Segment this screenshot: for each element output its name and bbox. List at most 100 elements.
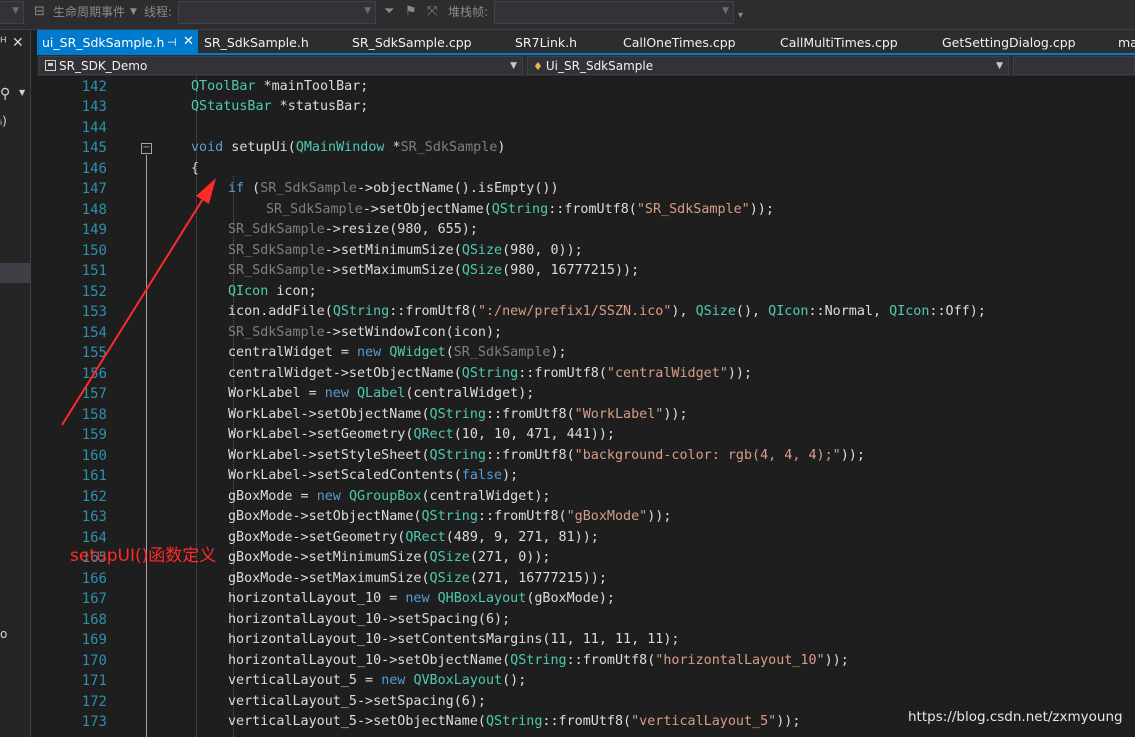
line-number: 147 [81, 181, 107, 197]
chevron-down-icon: ▼ [996, 61, 1003, 71]
code-line[interactable]: SR_SdkSample->setObjectName(QString::fro… [266, 200, 774, 221]
process-dropdown[interactable]: ▼ [0, 1, 24, 24]
tab-getsettingdialog-cpp[interactable]: GetSettingDialog.cpp [942, 30, 1076, 54]
member-dropdown[interactable] [1013, 56, 1135, 75]
document-tabs: ui_SR_SdkSample.h ⊣ ✕ SR_SdkSample.h SR_… [37, 30, 1135, 54]
line-number: 170 [81, 652, 107, 669]
line-number: 153 [81, 304, 107, 320]
tab-label: SR7Link.h [515, 35, 578, 50]
code-line[interactable]: SR_SdkSample->setMinimumSize(QSize(980, … [228, 241, 583, 262]
code-line[interactable]: gBoxMode->setMinimumSize(QSize(271, 0)); [228, 548, 550, 569]
tab-label: CallMultiTimes.cpp [780, 35, 898, 50]
code-line[interactable]: horizontalLayout_10->setContentsMargins(… [228, 630, 679, 651]
line-number: 145 [81, 140, 107, 156]
pin-icon[interactable]: ᴴ [0, 35, 7, 51]
line-number: 166 [81, 570, 107, 587]
tab-sr-sdksample-h[interactable]: SR_SdkSample.h [204, 30, 309, 54]
code-line[interactable]: WorkLabel->setStyleSheet(QString::fromUt… [228, 446, 865, 467]
line-number: 160 [81, 447, 107, 464]
pin-icon[interactable]: ⊣ [167, 30, 177, 55]
project-icon [45, 60, 56, 71]
code-line[interactable]: SR_SdkSample->resize(980, 655); [228, 220, 478, 241]
code-line[interactable]: SR_SdkSample->setWindowIcon(icon); [228, 323, 502, 344]
code-line[interactable]: horizontalLayout_10->setObjectName(QStri… [228, 651, 849, 672]
code-line[interactable]: QIcon icon; [228, 282, 317, 303]
code-line[interactable]: horizontalLayout_10->setSpacing(6); [228, 610, 510, 631]
code-line[interactable]: verticalLayout_5 = new QVBoxLayout(); [228, 671, 526, 692]
code-line[interactable]: gBoxMode->setGeometry(QRect(489, 9, 271,… [228, 528, 599, 549]
solution-explorer-collapsed: ᴴ ✕ ⚲ ▼ ᵢ) o [0, 30, 31, 737]
line-number: 167 [81, 591, 107, 607]
code-line[interactable]: centralWidget->setObjectName(QString::fr… [228, 364, 752, 385]
code-line[interactable]: { [191, 159, 199, 180]
flag-threads-icon[interactable]: ⚑ [405, 0, 417, 28]
project-dropdown[interactable]: SR_SDK_Demo ▼ [39, 56, 523, 75]
code-line[interactable]: verticalLayout_5->setObjectName(QString:… [228, 712, 800, 733]
scope-dropdown[interactable]: ♦ Ui_SR_SdkSample ▼ [527, 56, 1009, 75]
watermark: https://blog.csdn.net/zxmyoung [908, 709, 1123, 725]
close-icon[interactable]: ✕ [12, 35, 24, 51]
code-line[interactable]: WorkLabel->setObjectName(QString::fromUt… [228, 405, 688, 426]
toolbar-overflow-icon[interactable]: ▾ [738, 4, 743, 32]
tab-label: CallOneTimes.cpp [623, 35, 736, 50]
line-number: 144 [81, 119, 107, 136]
line-number: 171 [81, 673, 107, 689]
line-number: 163 [81, 509, 107, 525]
line-number: 173 [81, 714, 107, 730]
selected-row-highlight [0, 263, 31, 283]
tab-callmultitimes-cpp[interactable]: CallMultiTimes.cpp [780, 30, 898, 54]
collapse-toggle-icon[interactable]: − [141, 143, 152, 154]
code-line[interactable]: gBoxMode->setMaximumSize(QSize(271, 1677… [228, 569, 607, 590]
close-icon[interactable]: ✕ [183, 29, 194, 54]
line-number: 155 [81, 345, 107, 361]
chevron-down-icon: ▼ [510, 61, 517, 71]
code-line[interactable]: QToolBar *mainToolBar; [191, 77, 368, 98]
tab-callonetimes-cpp[interactable]: CallOneTimes.cpp [623, 30, 736, 54]
chevron-down-icon: ▼ [364, 6, 371, 16]
code-line[interactable]: icon.addFile(QString::fromUtf8(":/new/pr… [228, 302, 986, 323]
left-strip-fragment: ᵢ) [0, 114, 7, 128]
line-number: 156 [81, 365, 107, 382]
code-line[interactable]: verticalLayout_5->setSpacing(6); [228, 692, 486, 713]
code-line[interactable]: void setupUi(QMainWindow *SR_SdkSample) [191, 138, 505, 159]
code-line[interactable]: gBoxMode = new QGroupBox(centralWidget); [228, 487, 551, 508]
tab-overflow[interactable]: ma [1118, 30, 1135, 54]
line-number: 159 [81, 427, 107, 443]
code-line[interactable]: SR_SdkSample->setMaximumSize(QSize(980, … [228, 261, 639, 282]
code-editor[interactable]: − 142 QToolBar *mainToolBar; 143 QStatusBar… [37, 76, 1135, 737]
thread-dropdown[interactable]: ▼ [178, 1, 376, 24]
filter-icon[interactable]: ⏷ [384, 0, 394, 28]
fold-region-line [146, 155, 147, 737]
scope-name: Ui_SR_SdkSample [545, 59, 654, 73]
project-name: SR_SDK_Demo [59, 59, 148, 73]
line-number: 146 [81, 160, 107, 177]
code-line[interactable]: if (SR_SdkSample->objectName().isEmpty()… [228, 179, 559, 200]
line-number: 158 [81, 406, 107, 423]
line-number: 172 [81, 693, 107, 710]
code-line[interactable]: horizontalLayout_10 = new QHBoxLayout(gB… [228, 589, 615, 610]
chevron-down-icon[interactable]: ▼ [19, 88, 25, 97]
code-line[interactable]: gBoxMode->setObjectName(QString::fromUtf… [228, 507, 671, 528]
code-line[interactable]: WorkLabel->setScaledContents(false); [228, 466, 518, 487]
code-line[interactable]: WorkLabel->setGeometry(QRect(10, 10, 471… [228, 425, 615, 446]
tab-sr7link-h[interactable]: SR7Link.h [515, 30, 577, 54]
stack-frame-dropdown[interactable]: ▼ [494, 1, 734, 24]
chevron-down-icon: ▼ [12, 6, 19, 16]
tab-label: ui_SR_SdkSample.h [42, 35, 165, 50]
lifecycle-events-label[interactable]: 生命周期事件 [53, 0, 125, 28]
tab-sr-sdksample-cpp[interactable]: SR_SdkSample.cpp [352, 30, 472, 54]
lifecycle-dropdown-arrow[interactable]: ▼ [130, 0, 137, 28]
lifecycle-events-icon[interactable]: ⊟ [34, 0, 45, 28]
tab-label: SR_SdkSample.cpp [352, 35, 472, 50]
class-icon: ♦ [533, 60, 543, 73]
tab-label: SR_SdkSample.h [204, 35, 309, 50]
line-number: 157 [81, 386, 107, 402]
expand-collapse-icon[interactable]: ⤧ [427, 0, 437, 28]
code-line[interactable]: WorkLabel = new QLabel(centralWidget); [228, 384, 534, 405]
code-line[interactable]: centralWidget = new QWidget(SR_SdkSample… [228, 343, 567, 364]
chevron-down-icon: ▼ [722, 6, 729, 16]
code-line[interactable]: QStatusBar *statusBar; [191, 97, 368, 118]
thread-label: 线程: [144, 5, 173, 19]
search-icon[interactable]: ⚲ [0, 86, 10, 102]
tab-ui-sr-sdksample-h[interactable]: ui_SR_SdkSample.h ⊣ ✕ [37, 30, 198, 54]
